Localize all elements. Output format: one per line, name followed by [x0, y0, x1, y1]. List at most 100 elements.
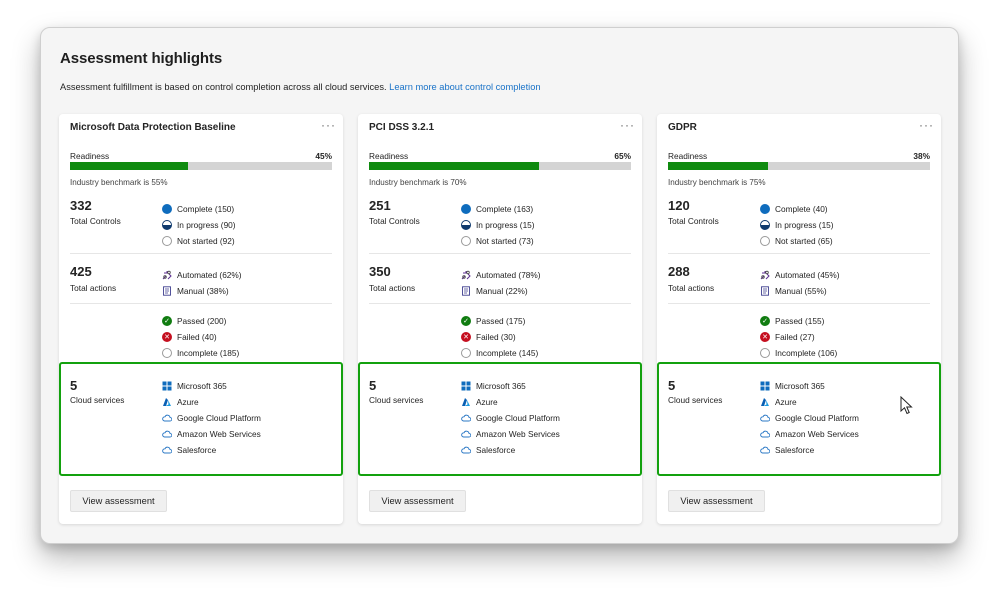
assessment-card: PCI DSS 3.2.1 ··· Readiness 65% Industry…	[358, 114, 642, 524]
readiness-progress-bar	[70, 162, 332, 170]
legend-incomplete: Incomplete (185)	[162, 345, 239, 361]
cloud-icon	[162, 429, 172, 439]
service-name: Google Cloud Platform	[476, 413, 560, 423]
service-name: Salesforce	[775, 445, 815, 455]
total-actions-label: Total actions	[668, 283, 715, 293]
incomplete-text: Incomplete (106)	[775, 348, 838, 358]
service-item: Microsoft 365	[162, 378, 261, 394]
divider	[369, 303, 631, 304]
in-progress-text: In progress (90)	[177, 220, 236, 230]
card-title: GDPR	[668, 122, 697, 133]
results-legend: ✓ Passed (155) ✕ Failed (27) Incomplete (1…	[760, 313, 837, 361]
service-item: Amazon Web Services	[461, 426, 560, 442]
complete-status-icon	[760, 204, 770, 214]
in-progress-status-icon	[461, 220, 471, 230]
azure-logo-icon	[760, 397, 770, 407]
service-name: Amazon Web Services	[476, 429, 560, 439]
in-progress-status-icon	[162, 220, 172, 230]
readiness-progress-fill	[369, 162, 540, 170]
cloud-services-label: Cloud services	[369, 395, 424, 405]
total-controls-label: Total Controls	[668, 216, 719, 226]
legend-not-started: Not started (73)	[461, 233, 535, 249]
actions-legend: Automated (78%) Manual (22%)	[461, 267, 541, 299]
legend-automated: Automated (45%)	[760, 267, 840, 283]
legend-complete: Complete (163)	[461, 201, 535, 217]
cloud-services-count: 5	[369, 378, 377, 393]
cloud-services-count: 5	[668, 378, 676, 393]
automated-text: Automated (45%)	[775, 270, 840, 280]
incomplete-text: Incomplete (145)	[476, 348, 539, 358]
total-actions-count: 350	[369, 264, 391, 279]
failed-text: Failed (27)	[775, 332, 815, 342]
legend-not-started: Not started (92)	[162, 233, 236, 249]
divider	[668, 253, 930, 254]
readiness-progress-bar	[369, 162, 631, 170]
passed-text: Passed (200)	[177, 316, 227, 326]
divider	[369, 253, 631, 254]
readiness-label: Readiness	[70, 151, 110, 161]
total-actions-label: Total actions	[70, 283, 117, 293]
service-name: Microsoft 365	[177, 381, 227, 391]
in-progress-text: In progress (15)	[775, 220, 834, 230]
service-item: Azure	[760, 394, 859, 410]
not-started-status-icon	[162, 236, 172, 246]
actions-legend: Automated (45%) Manual (55%)	[760, 267, 840, 299]
service-item: Amazon Web Services	[162, 426, 261, 442]
passed-text: Passed (155)	[775, 316, 825, 326]
page-title: Assessment highlights	[60, 50, 223, 67]
legend-automated: Automated (78%)	[461, 267, 541, 283]
results-legend: ✓ Passed (175) ✕ Failed (30) Incomplete (1…	[461, 313, 538, 361]
service-name: Azure	[476, 397, 498, 407]
total-actions-count: 425	[70, 264, 92, 279]
mouse-cursor-icon	[900, 396, 913, 415]
description-text: Assessment fulfillment is based on contr…	[60, 82, 387, 92]
complete-text: Complete (150)	[177, 204, 235, 214]
more-options-button[interactable]: ···	[919, 118, 934, 132]
complete-text: Complete (40)	[775, 204, 828, 214]
incomplete-text: Incomplete (185)	[177, 348, 240, 358]
not-started-status-icon	[760, 236, 770, 246]
service-name: Google Cloud Platform	[177, 413, 261, 423]
automated-text: Automated (78%)	[476, 270, 541, 280]
view-assessment-button[interactable]: View assessment	[668, 490, 765, 512]
passed-check-icon: ✓	[461, 316, 471, 326]
readiness-label: Readiness	[668, 151, 708, 161]
assessment-window: Assessment highlights Assessment fulfill…	[40, 27, 959, 544]
cloud-services-panel: 5 Cloud services Microsoft 365 Azure Goo…	[358, 362, 642, 476]
service-item: Microsoft 365	[461, 378, 560, 394]
controls-legend: Complete (150) In progress (90) Not star…	[162, 201, 236, 249]
service-item: Salesforce	[461, 442, 560, 458]
more-options-button[interactable]: ···	[620, 118, 635, 132]
more-options-button[interactable]: ···	[321, 118, 336, 132]
not-started-text: Not started (92)	[177, 236, 235, 246]
legend-incomplete: Incomplete (106)	[760, 345, 837, 361]
service-name: Microsoft 365	[775, 381, 825, 391]
cloud-icon	[162, 445, 172, 455]
service-name: Salesforce	[177, 445, 217, 455]
learn-more-link[interactable]: Learn more about control completion	[389, 82, 540, 92]
cloud-icon	[760, 429, 770, 439]
legend-incomplete: Incomplete (145)	[461, 345, 538, 361]
controls-legend: Complete (163) In progress (15) Not star…	[461, 201, 535, 249]
cloud-icon	[461, 445, 471, 455]
cloud-services-list: Microsoft 365 Azure Google Cloud Platfor…	[461, 378, 560, 458]
legend-automated: Automated (62%)	[162, 267, 242, 283]
legend-in-progress: In progress (15)	[461, 217, 535, 233]
service-name: Amazon Web Services	[775, 429, 859, 439]
divider	[70, 253, 332, 254]
passed-text: Passed (175)	[476, 316, 526, 326]
legend-failed: ✕ Failed (40)	[162, 329, 239, 345]
service-item: Azure	[162, 394, 261, 410]
windows-logo-icon	[760, 381, 770, 391]
not-started-status-icon	[461, 236, 471, 246]
view-assessment-button[interactable]: View assessment	[369, 490, 466, 512]
legend-failed: ✕ Failed (27)	[760, 329, 837, 345]
automated-icon	[461, 270, 471, 280]
page-description: Assessment fulfillment is based on contr…	[60, 82, 541, 92]
readiness-percent: 38%	[913, 151, 930, 161]
cloud-icon	[760, 445, 770, 455]
cloud-services-label: Cloud services	[668, 395, 723, 405]
view-assessment-button[interactable]: View assessment	[70, 490, 167, 512]
legend-complete: Complete (150)	[162, 201, 236, 217]
controls-legend: Complete (40) In progress (15) Not start…	[760, 201, 834, 249]
